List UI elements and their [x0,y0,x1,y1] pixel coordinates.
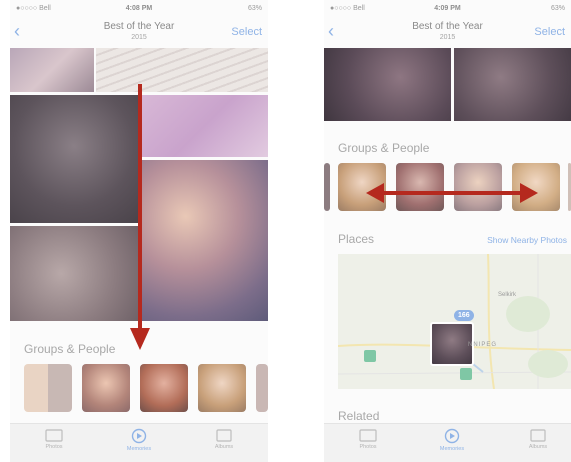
memories-tab-icon [444,428,460,444]
albums-tab-icon [216,429,232,442]
section-header-places: Places [338,232,375,246]
section-header-groups-people: Groups & People [338,141,430,155]
person-thumbnail[interactable] [198,364,246,412]
memories-tab-icon [131,428,147,444]
photo-tile[interactable] [10,95,138,223]
photo-tile[interactable] [96,48,268,92]
albums-tab-icon [530,429,546,442]
select-button[interactable]: Select [231,26,262,38]
tab-label: Memories [439,446,465,452]
status-time: 4:09 PM [434,5,461,12]
section-header-related: Related [338,409,380,423]
tab-label: Photos [359,444,377,450]
page-subtitle: 2015 [131,34,147,41]
park-marker-icon [364,350,376,362]
tab-label: Memories [126,446,152,452]
tab-label: Photos [45,444,63,450]
photo-tile[interactable] [10,226,138,321]
tab-bar: Photos Memories Albums [10,423,268,462]
photos-tab-icon [359,429,377,442]
select-button[interactable]: Select [534,26,565,38]
photo-tile[interactable] [10,48,94,92]
photos-tab-icon [45,429,63,442]
places-map[interactable]: 166 NNIPEG Selkirk [338,254,571,389]
tab-memories[interactable]: Memories [422,428,482,452]
battery-indicator: 63% [247,5,262,12]
photo-tile[interactable] [141,95,268,157]
status-bar: ●○○○○ Bell 4:09 PM 63% [324,0,571,18]
photo-tile[interactable] [454,48,571,121]
tab-label: Albums [214,444,234,450]
map-city-label: NNIPEG [468,342,498,348]
person-thumbnail[interactable] [256,364,268,412]
tab-photos[interactable]: Photos [338,428,398,450]
section-header-groups-people: Groups & People [24,342,116,356]
person-thumbnail[interactable] [82,364,130,412]
person-thumbnail[interactable] [140,364,188,412]
show-nearby-photos-link[interactable]: Show Nearby Photos [487,235,567,245]
tab-albums[interactable]: Albums [508,428,568,450]
tab-label: Albums [528,444,548,450]
map-town-label: Selkirk [498,292,517,298]
page-title: Best of the Year [103,21,175,32]
tab-photos[interactable]: Photos [24,428,84,450]
person-thumbnail[interactable] [24,364,72,412]
status-time: 4:08 PM [125,5,153,12]
navigation-bar: ‹ Best of the Year 2015 Select [324,18,571,48]
photo-count-badge: 166 [454,310,474,321]
horizontal-swipe-arrow [366,183,538,203]
status-bar: ●○○○○ Bell 4:08 PM 63% [10,0,268,18]
navigation-bar: ‹ Best of the Year 2015 Select [10,18,268,48]
scroll-down-arrow [130,84,150,350]
tab-memories[interactable]: Memories [109,428,169,452]
tab-bar: Photos Memories Albums [324,423,571,462]
battery-indicator: 63% [550,5,565,12]
tab-albums[interactable]: Albums [194,428,254,450]
park-marker-icon [460,368,472,380]
right-phone-screen: ●○○○○ Bell 4:09 PM 63% ‹ Best of the Yea… [324,0,571,462]
person-thumbnail[interactable] [324,163,330,211]
photo-tile[interactable] [324,48,451,121]
photo-tile[interactable] [141,160,268,321]
